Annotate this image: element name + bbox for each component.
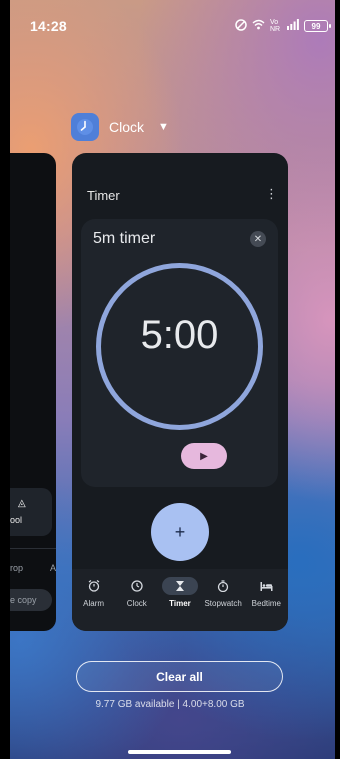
bed-icon xyxy=(248,577,284,595)
storage-info: 9.77 GB available | 4.00+8.00 GB xyxy=(95,699,245,710)
previous-app-card[interactable]: ◬ ool rop A e copy xyxy=(10,153,56,631)
clock-icon[interactable] xyxy=(71,113,99,141)
previous-app-chip: e copy xyxy=(10,589,52,611)
clock-icon xyxy=(119,577,155,595)
more-options-icon[interactable]: ⋮ xyxy=(265,186,278,202)
previous-app-tile-label: ool xyxy=(10,515,23,525)
hourglass-icon xyxy=(161,577,198,595)
card-title: Timer xyxy=(87,188,120,203)
close-icon[interactable]: ✕ xyxy=(250,231,266,247)
previous-app-row-label-2: A xyxy=(50,563,56,573)
previous-app-tile: ◬ ool xyxy=(10,488,52,536)
nav-item-timer[interactable]: Timer xyxy=(158,577,201,608)
status-time: 14:28 xyxy=(30,18,67,34)
app-header[interactable]: Clock ▼ xyxy=(71,113,169,141)
previous-app-row-label: rop xyxy=(10,563,24,573)
signal-icon xyxy=(287,19,299,33)
previous-app-divider xyxy=(10,548,56,549)
status-bar: 14:28 Vo NR 99 xyxy=(0,0,340,52)
timer-name: 5m timer xyxy=(93,230,156,247)
stopwatch-icon xyxy=(205,577,241,595)
nav-label: Stopwatch xyxy=(204,599,242,608)
nav-item-clock[interactable]: Clock xyxy=(115,577,158,608)
screen-edge-right xyxy=(335,0,340,759)
play-button[interactable]: ▶ xyxy=(181,443,227,469)
status-icons: Vo NR 99 xyxy=(235,18,331,34)
mute-icon xyxy=(235,18,247,34)
home-indicator[interactable] xyxy=(128,750,231,754)
timer-panel: 5m timer ✕ 5:00 ▶ xyxy=(81,219,278,487)
tool-icon: ◬ xyxy=(18,498,26,509)
clock-app-card[interactable]: Timer ⋮ 5m timer ✕ 5:00 ▶ + Alarm Clock … xyxy=(72,153,288,631)
timer-digits: 5:00 xyxy=(140,313,219,357)
battery-icon: 99 xyxy=(304,20,331,32)
alarm-icon xyxy=(76,577,112,595)
add-timer-button[interactable]: + xyxy=(151,503,209,561)
network-label: Vo NR xyxy=(270,19,281,33)
nav-label: Bedtime xyxy=(251,599,282,608)
nav-item-stopwatch[interactable]: Stopwatch xyxy=(202,577,245,608)
screen-edge-left xyxy=(0,0,10,759)
nav-label: Clock xyxy=(126,599,147,608)
app-name: Clock xyxy=(109,119,145,135)
nav-label: Alarm xyxy=(83,599,105,608)
bottom-nav: Alarm Clock Timer Stopwatch Bedtime xyxy=(72,569,288,631)
nav-label: Timer xyxy=(169,599,191,608)
chevron-down-icon[interactable]: ▼ xyxy=(158,121,169,133)
nav-item-alarm[interactable]: Alarm xyxy=(72,577,115,608)
nav-item-bedtime[interactable]: Bedtime xyxy=(245,577,288,608)
wifi-icon xyxy=(252,19,265,33)
clear-all-button[interactable]: Clear all xyxy=(76,661,283,692)
